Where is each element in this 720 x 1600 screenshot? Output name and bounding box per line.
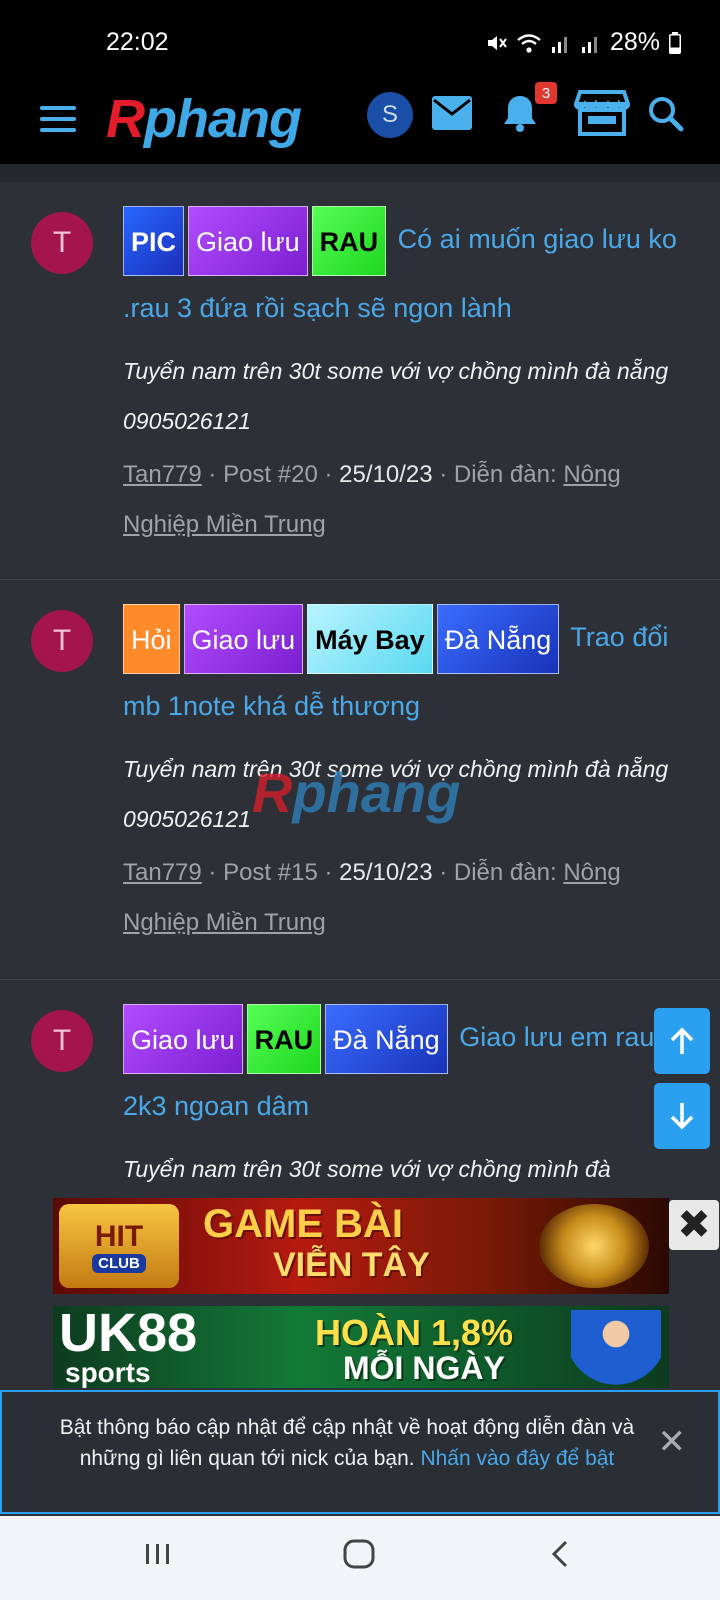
post-title-line[interactable]: Giao lưu RAU Đà Nẵng Giao lưu em rau 2k3 n… — [123, 1004, 696, 1138]
status-bar: 22:02 28% — [0, 0, 720, 84]
close-icon[interactable]: ✕ — [658, 1422, 687, 1462]
roulette-image — [539, 1204, 649, 1288]
author-avatar[interactable]: T — [31, 1010, 93, 1072]
search-icon[interactable] — [648, 96, 684, 132]
author-avatar[interactable]: T — [31, 610, 93, 672]
scroll-up-button[interactable] — [654, 1008, 710, 1074]
scroll-down-button[interactable] — [654, 1083, 710, 1149]
post-title-line[interactable]: Hỏi Giao lưu Máy Bay Đà Nẵng Trao đổi mb 1n… — [123, 604, 696, 738]
prefix-tag-hoi[interactable]: Hỏi — [123, 604, 180, 674]
wifi-icon — [517, 33, 541, 53]
back-icon[interactable] — [548, 1538, 572, 1570]
notice-text: Bật thông báo cập nhật để cập nhật về ho… — [59, 1416, 635, 1470]
prefix-tag-may-bay[interactable]: Máy Bay — [307, 604, 433, 674]
prefix-tag-da-nang[interactable]: Đà Nẵng — [325, 1004, 448, 1074]
user-avatar[interactable]: S — [367, 92, 413, 138]
post-meta: Tan779 · Post #15 · 25/10/23 · Diễn đàn:… — [123, 859, 621, 936]
menu-icon[interactable] — [40, 106, 76, 138]
author-link[interactable]: Tan779 — [123, 461, 202, 488]
system-nav-bar — [0, 1516, 720, 1600]
prefix-tag-giao-luu[interactable]: Giao lưu — [188, 206, 308, 276]
store-icon[interactable] — [574, 90, 630, 136]
ad-close-button[interactable]: ✖ — [669, 1200, 719, 1250]
prefix-tag-pic[interactable]: PIC — [123, 206, 185, 276]
prefix-tag-giao-luu[interactable]: Giao lưu — [123, 1004, 243, 1074]
bell-icon[interactable] — [502, 94, 538, 134]
battery-percent: 28% — [609, 28, 660, 56]
author-avatar[interactable]: T — [31, 212, 93, 274]
post-snippet: Tuyển nam trên 30t some với vợ chồng mìn… — [123, 1156, 611, 1182]
post-date: 25/10/23 — [339, 859, 433, 886]
ad-subline: VIỄN TÂY — [273, 1246, 430, 1284]
search-result-item[interactable]: T PIC Giao lưu RAU Có ai muốn giao lưu ko … — [0, 182, 720, 580]
prefix-tag-rau[interactable]: RAU — [246, 1004, 322, 1074]
prefix-tag-rau[interactable]: RAU — [311, 206, 387, 276]
battery-icon — [669, 31, 681, 54]
header-divider — [0, 164, 720, 182]
ad-headline: HOÀN 1,8% — [315, 1312, 514, 1353]
watermark-logo: Rphang — [252, 761, 461, 824]
forum-label: Diễn đàn: — [453, 859, 557, 886]
signal-icon — [581, 36, 597, 53]
status-time: 22:02 — [106, 28, 169, 56]
arrow-down-icon — [670, 1103, 694, 1130]
post-title-line[interactable]: PIC Giao lưu RAU Có ai muốn giao lưu ko .r… — [123, 206, 696, 340]
enable-notifications-link[interactable]: Nhấn vào đây để bật — [420, 1447, 614, 1470]
prefix-tag-da-nang[interactable]: Đà Nẵng — [436, 604, 560, 674]
hitclub-logo: HIT CLUB — [59, 1204, 179, 1288]
ad-banner-uk88[interactable]: UK88 sports HOÀN 1,8% MỖI NGÀY — [53, 1306, 669, 1388]
forum-label: Diễn đàn: — [453, 461, 557, 488]
player-image — [571, 1310, 661, 1388]
mail-icon[interactable] — [432, 96, 472, 130]
signal-icon — [551, 36, 567, 53]
notification-badge: 3 — [535, 82, 557, 104]
author-link[interactable]: Tan779 — [123, 859, 202, 886]
post-snippet: Tuyển nam trên 30t some với vợ chồng mìn… — [123, 358, 669, 434]
uk88-logo: UK88 sports — [59, 1306, 198, 1388]
home-icon[interactable] — [342, 1538, 376, 1570]
post-number: Post #20 — [223, 461, 318, 488]
ad-subline: MỖI NGÀY — [343, 1350, 505, 1386]
prefix-tag-giao-luu[interactable]: Giao lưu — [183, 604, 304, 674]
app-header: Rphang S 3 — [0, 82, 720, 164]
post-date: 25/10/23 — [339, 461, 433, 488]
status-icons: 28% — [484, 28, 682, 57]
ad-headline: GAME BÀI — [203, 1202, 403, 1246]
recent-apps-icon[interactable] — [142, 1538, 174, 1570]
mute-icon — [487, 35, 507, 50]
arrow-up-icon — [670, 1027, 694, 1054]
site-logo[interactable]: Rphang — [106, 88, 302, 150]
post-meta: Tan779 · Post #20 · 25/10/23 · Diễn đàn:… — [123, 461, 621, 538]
post-number: Post #15 — [223, 859, 318, 886]
push-notification-banner: Bật thông báo cập nhật để cập nhật về ho… — [0, 1390, 720, 1514]
ad-banner-hitclub[interactable]: HIT CLUB GAME BÀI VIỄN TÂY — [53, 1198, 669, 1294]
